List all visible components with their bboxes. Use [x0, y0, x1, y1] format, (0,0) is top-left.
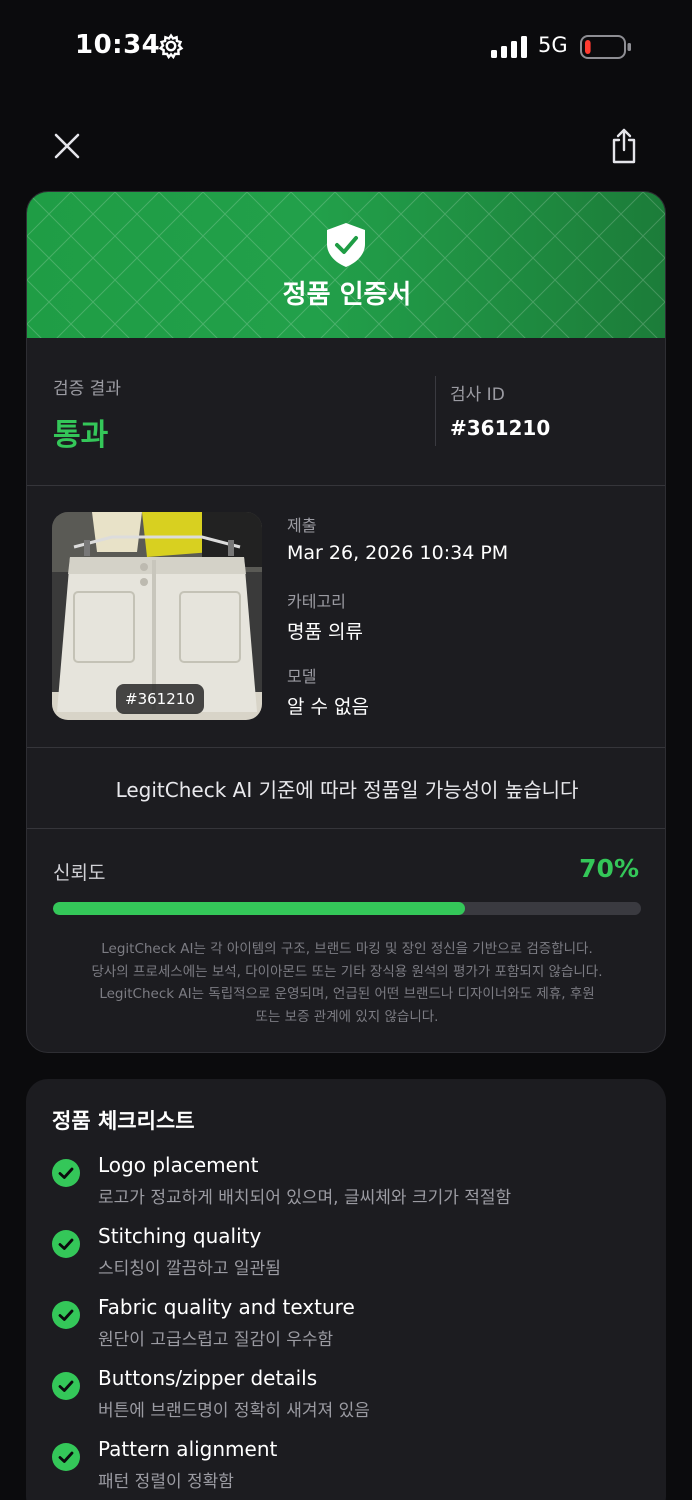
submitted-label: 제출: [287, 516, 317, 535]
divider: [27, 828, 665, 829]
checklist-item: Logo placement 로고가 정교하게 배치되어 있으며, 글씨체와 크…: [52, 1153, 652, 1213]
checklist-item-title: Logo placement: [98, 1153, 259, 1177]
checklist-item-title: Pattern alignment: [98, 1437, 278, 1461]
checklist-item: Stitching quality 스티칭이 깔끔하고 일관됨: [52, 1224, 652, 1284]
checklist-item-desc: 스티칭이 깔끔하고 일관됨: [98, 1259, 281, 1279]
certificate-header: 정품 인증서: [27, 192, 665, 338]
result-value: 통과: [53, 418, 109, 453]
gear-icon: [158, 33, 184, 59]
photo-id-tag: #361210: [116, 684, 204, 714]
checklist-item-title: Stitching quality: [98, 1224, 262, 1248]
confidence-bar: [53, 902, 641, 915]
category-label: 카테고리: [287, 592, 346, 611]
authenticity-statement: LegitCheck AI 기준에 따라 정품일 가능성이 높습니다: [115, 778, 579, 802]
share-icon: [612, 128, 636, 164]
result-divider: [435, 376, 436, 446]
disclaimer-line: LegitCheck AI는 독립적으로 운영되며, 언급된 어떤 브랜드나 디…: [99, 986, 595, 1002]
disclaimer-line: 당사의 프로세스에는 보석, 다이아몬드 또는 기타 장식용 원석의 평가가 포…: [91, 963, 603, 980]
checklist-item-desc: 로고가 정교하게 배치되어 있으며, 글씨체와 크기가 적절함: [98, 1188, 512, 1208]
share-button[interactable]: [602, 124, 646, 168]
checklist-card: 정품 체크리스트 Logo placement 로고가 정교하게 배치되어 있으…: [26, 1079, 666, 1500]
checklist-item: Fabric quality and texture 원단이 고급스럽고 질감이…: [52, 1295, 652, 1355]
disclaimer-line: LegitCheck AI는 각 아이템의 구조, 브랜드 마킹 및 장인 정신…: [101, 941, 593, 957]
shield-check-icon: [327, 223, 365, 267]
checklist-item: Pattern alignment 패턴 정렬이 정확함: [52, 1437, 652, 1497]
check-circle-icon: [52, 1443, 80, 1471]
check-id-value: #361210: [450, 416, 551, 440]
disclaimer: LegitCheck AI는 각 아이템의 구조, 브랜드 마킹 및 장인 정신…: [57, 938, 637, 1028]
status-bar: 10:34 5G: [0, 0, 692, 96]
battery-icon: [580, 35, 631, 59]
confidence-label: 신뢰도: [53, 862, 106, 884]
close-button[interactable]: [45, 124, 89, 168]
confidence-bar-fill: [53, 902, 465, 915]
check-circle-icon: [52, 1159, 80, 1187]
check-id-label: 검사 ID: [450, 385, 505, 405]
check-circle-icon: [52, 1230, 80, 1258]
result-label: 검증 결과: [53, 379, 121, 399]
category-value: 명품 의류: [287, 621, 363, 643]
checklist-item-desc: 패턴 정렬이 정확함: [98, 1472, 234, 1492]
status-time: 10:34: [75, 30, 161, 60]
close-icon: [54, 133, 80, 159]
network-type: 5G: [538, 33, 568, 57]
checklist-item-desc: 원단이 고급스럽고 질감이 우수함: [98, 1330, 334, 1350]
signal-icon: [491, 36, 527, 58]
checklist-title: 정품 체크리스트: [52, 1109, 195, 1133]
certificate-title: 정품 인증서: [282, 280, 412, 310]
item-photo[interactable]: #361210: [52, 512, 262, 720]
model-value: 알 수 없음: [287, 696, 369, 718]
check-circle-icon: [52, 1301, 80, 1329]
checklist-item: Buttons/zipper details 버튼에 브랜드명이 정확히 새겨져…: [52, 1366, 652, 1426]
checklist-item-desc: 버튼에 브랜드명이 정확히 새겨져 있음: [98, 1401, 370, 1421]
divider: [27, 485, 665, 486]
checklist-item-title: Buttons/zipper details: [98, 1366, 318, 1390]
model-label: 모델: [287, 667, 317, 686]
certificate-card: 정품 인증서 검증 결과 통과 검사 ID #361210 #361210 제출…: [26, 191, 666, 1053]
check-circle-icon: [52, 1372, 80, 1400]
confidence-value: 70%: [579, 854, 639, 883]
submitted-value: Mar 26, 2026 10:34 PM: [287, 542, 509, 564]
checklist-item-title: Fabric quality and texture: [98, 1295, 355, 1319]
divider: [27, 747, 665, 748]
disclaimer-line: 또는 보증 관계에 있지 않습니다.: [255, 1008, 439, 1025]
